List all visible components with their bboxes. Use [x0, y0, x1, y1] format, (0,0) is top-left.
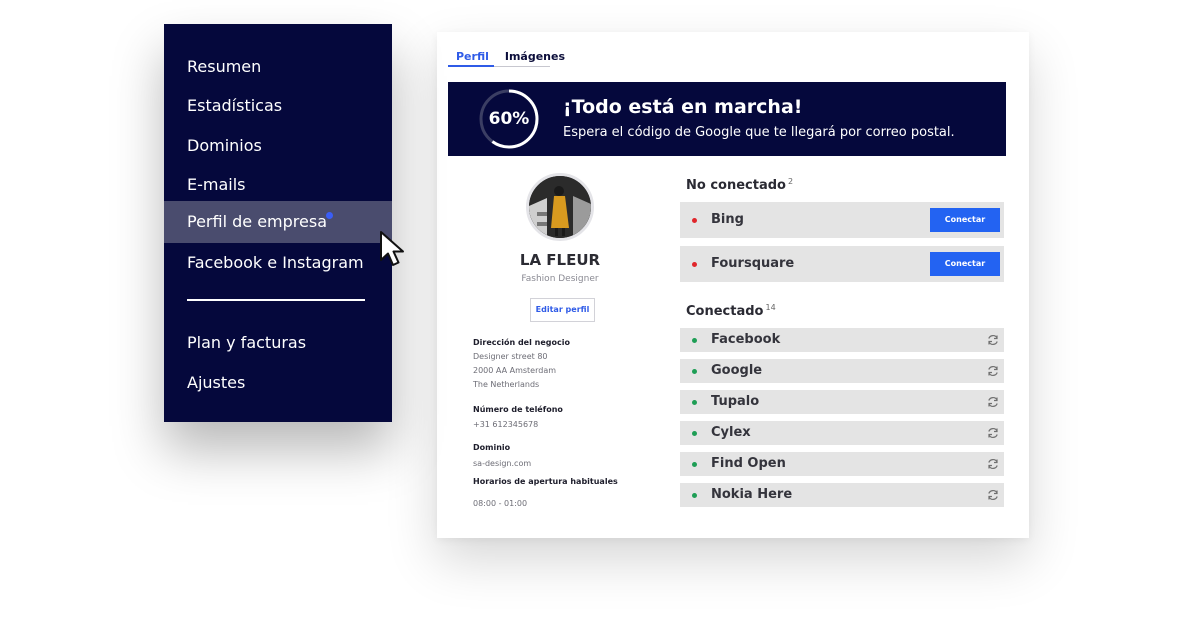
list-item-label: Facebook [711, 332, 781, 347]
tab-imagenes[interactable]: Imágenes [497, 46, 573, 68]
mouse-pointer-icon [380, 231, 404, 266]
banner-subtitle: Espera el código de Google que te llegar… [563, 125, 955, 140]
list-item-label: Find Open [711, 456, 786, 471]
banner-title: ¡Todo está en marcha! [563, 96, 803, 118]
refresh-icon[interactable] [986, 364, 1000, 378]
status-banner: 60% ¡Todo está en marcha! Espera el códi… [448, 82, 1006, 156]
status-dot-green [692, 400, 697, 405]
sidebar-item-ajustes[interactable]: Ajustes [164, 363, 392, 403]
sidebar-item-dominios[interactable]: Dominios [164, 126, 392, 166]
sidebar-item-resumen[interactable]: Resumen [164, 47, 392, 87]
active-indicator-dot [326, 212, 333, 219]
address-line: 2000 AA Amsterdam [473, 366, 557, 375]
connected-heading: Conectado 14 [686, 303, 776, 319]
address-line: The Netherlands [473, 380, 540, 389]
sidebar-item-label: Perfil de empresa [187, 212, 327, 231]
status-dot-red [692, 218, 697, 223]
phone-heading: Número de teléfono [473, 405, 563, 414]
status-dot-green [692, 338, 697, 343]
list-item-tupalo: Tupalo [680, 390, 1004, 414]
sidebar-item-estadisticas[interactable]: Estadísticas [164, 86, 392, 126]
refresh-icon[interactable] [986, 395, 1000, 409]
refresh-icon[interactable] [986, 333, 1000, 347]
sidebar-item-perfil-de-empresa[interactable]: Perfil de empresa [164, 201, 392, 243]
sidebar-nav: Resumen Estadísticas Dominios E-mails Pe… [164, 24, 392, 422]
list-item-bing: Bing Conectar [680, 202, 1004, 238]
list-item-label: Foursquare [711, 256, 795, 271]
refresh-icon[interactable] [986, 426, 1000, 440]
hours-heading: Horarios de apertura habituales [473, 477, 618, 486]
status-dot-green [692, 431, 697, 436]
list-item-nokia-here: Nokia Here [680, 483, 1004, 507]
list-item-find-open: Find Open [680, 452, 1004, 476]
edit-profile-button[interactable]: Editar perfil [530, 298, 595, 322]
refresh-icon[interactable] [986, 488, 1000, 502]
status-dot-green [692, 462, 697, 467]
status-dot-green [692, 493, 697, 498]
domain-value: sa-design.com [473, 459, 532, 468]
list-item-label: Tupalo [711, 394, 760, 409]
status-dot-green [692, 369, 697, 374]
list-item-facebook: Facebook [680, 328, 1004, 352]
status-dot-red [692, 262, 697, 267]
business-profile-panel: Perfil Imágenes 60% ¡Todo está en marcha… [437, 32, 1029, 538]
refresh-icon[interactable] [986, 457, 1000, 471]
not-connected-count: 2 [787, 177, 794, 186]
connect-bing-button[interactable]: Conectar [930, 208, 1000, 232]
list-item-cylex: Cylex [680, 421, 1004, 445]
list-item-label: Google [711, 363, 763, 378]
connected-count: 14 [765, 303, 776, 312]
not-connected-heading: No conectado 2 [686, 177, 793, 193]
sidebar-item-facebook-instagram[interactable]: Facebook e Instagram [164, 243, 392, 283]
connect-foursquare-button[interactable]: Conectar [930, 252, 1000, 276]
hours-value: 08:00 - 01:00 [473, 499, 528, 508]
avatar [526, 173, 594, 241]
address-heading: Dirección del negocio [473, 338, 570, 347]
phone-value: +31 612345678 [473, 420, 539, 429]
not-connected-title: No conectado [686, 178, 786, 193]
active-tab-underline [448, 65, 494, 67]
list-item-foursquare: Foursquare Conectar [680, 246, 1004, 282]
sidebar-item-plan-facturas[interactable]: Plan y facturas [164, 323, 392, 363]
sidebar-item-emails[interactable]: E-mails [164, 165, 392, 205]
profile-photo [529, 176, 591, 238]
list-item-label: Bing [711, 212, 744, 227]
business-role: Fashion Designer [521, 274, 599, 284]
domain-heading: Dominio [473, 443, 511, 452]
address-line: Designer street 80 [473, 352, 548, 361]
sidebar-divider [187, 299, 365, 301]
connected-title: Conectado [686, 304, 764, 319]
progress-percent: 60% [488, 109, 530, 129]
list-item-label: Nokia Here [711, 487, 793, 502]
business-name: LA FLEUR [519, 251, 601, 269]
list-item-label: Cylex [711, 425, 751, 440]
list-item-google: Google [680, 359, 1004, 383]
